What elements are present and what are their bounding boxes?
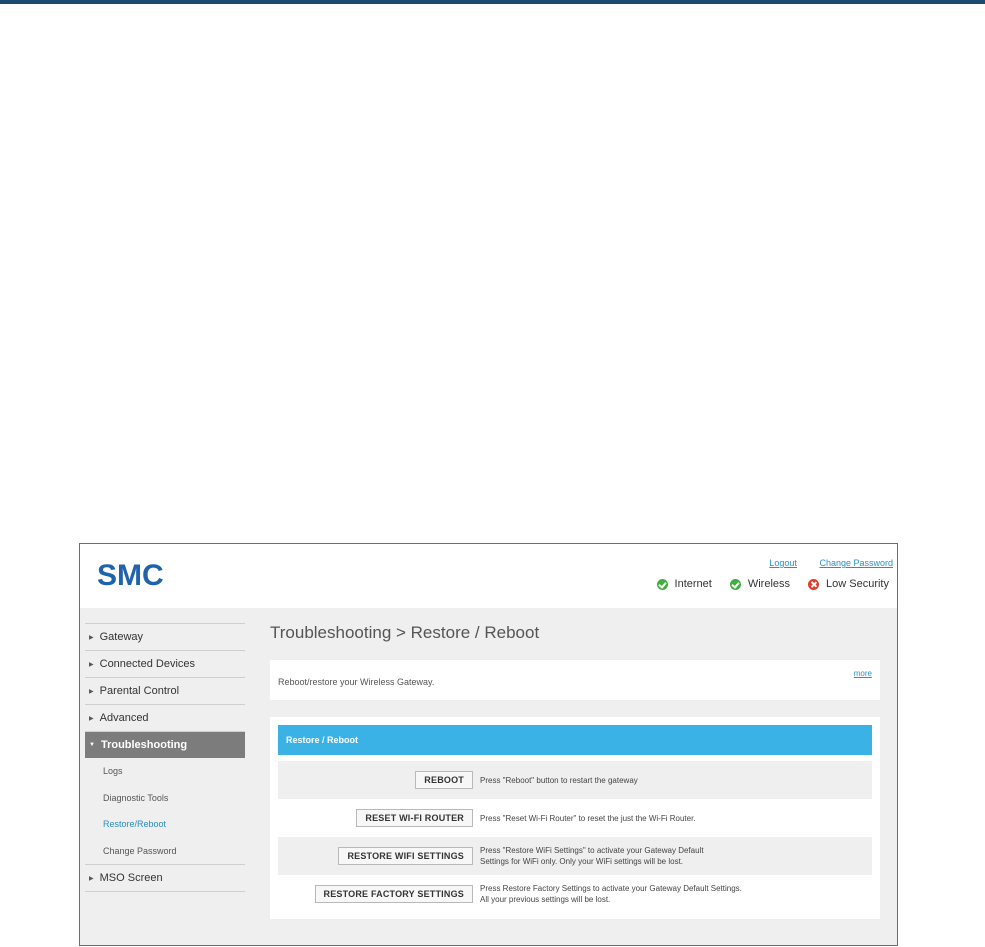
- action-description: Press "Reset Wi-Fi Router" to reset the …: [480, 813, 696, 823]
- check-circle-icon: [729, 578, 741, 590]
- status-internet-label: Internet: [674, 578, 712, 590]
- caret-down-icon: ▼: [89, 742, 95, 748]
- sidebar-item-label: MSO Screen: [99, 872, 163, 884]
- status-wireless-label: Wireless: [747, 578, 791, 590]
- sidebar-subitem-label: Change Password: [103, 845, 177, 856]
- sidebar-item-connected-devices[interactable]: ▶ Connected Devices: [85, 650, 245, 677]
- caret-right-icon: ▶: [89, 634, 94, 641]
- restore-wifi-settings-button[interactable]: RESTORE WIFI SETTINGS: [338, 847, 473, 865]
- sidebar-divider: [85, 891, 245, 892]
- x-circle-icon: [808, 578, 820, 590]
- sidebar-item-advanced[interactable]: ▶ Advanced: [85, 704, 245, 731]
- sidebar-item-gateway[interactable]: ▶ Gateway: [85, 623, 245, 650]
- sidebar-item-label: Connected Devices: [99, 658, 196, 670]
- status-internet: Internet: [656, 578, 712, 590]
- sidebar-item-mso-screen[interactable]: ▶ MSO Screen: [85, 864, 245, 891]
- restore-factory-settings-button[interactable]: RESTORE FACTORY SETTINGS: [314, 885, 473, 903]
- sidebar-subitem-restore-reboot[interactable]: Restore/Reboot: [85, 811, 245, 838]
- sidebar: ▶ Gateway ▶ Connected Devices ▶ Parental…: [85, 623, 245, 892]
- sidebar-subitem-change-password[interactable]: Change Password: [85, 838, 245, 865]
- logout-link[interactable]: Logout: [769, 558, 797, 568]
- caret-right-icon: ▶: [89, 688, 94, 695]
- reset-wifi-router-button[interactable]: RESET WI-FI ROUTER: [356, 809, 473, 827]
- check-circle-icon: [656, 578, 668, 590]
- sidebar-subitem-label: Diagnostic Tools: [103, 792, 169, 803]
- caret-right-icon: ▶: [89, 661, 94, 668]
- status-security: Low Security: [808, 578, 889, 590]
- sidebar-subitem-diagnostic-tools[interactable]: Diagnostic Tools: [85, 785, 245, 812]
- action-row-restore-wifi-settings: RESTORE WIFI SETTINGS Press "Restore WiF…: [278, 837, 872, 875]
- sidebar-item-troubleshooting[interactable]: ▼ Troubleshooting: [85, 731, 245, 758]
- action-description: Press "Reboot" button to restart the gat…: [480, 775, 638, 785]
- main-content: Troubleshooting > Restore / Reboot Reboo…: [270, 622, 880, 919]
- sidebar-subitem-logs[interactable]: Logs: [85, 758, 245, 785]
- restore-reboot-panel: Restore / Reboot REBOOT Press "Reboot" b…: [270, 717, 880, 919]
- reboot-button[interactable]: REBOOT: [415, 771, 473, 789]
- action-row-reset-wifi-router: RESET WI-FI ROUTER Press "Reset Wi-Fi Ro…: [278, 799, 872, 837]
- caret-right-icon: ▶: [89, 875, 94, 882]
- change-password-link[interactable]: Change Password: [819, 558, 893, 568]
- gateway-window: SMC Logout Change Password Internet Wire…: [79, 543, 898, 946]
- top-rule: [0, 0, 985, 4]
- panel-title: Restore / Reboot: [278, 725, 872, 755]
- status-wireless: Wireless: [729, 578, 791, 590]
- action-row-restore-factory-settings: RESTORE FACTORY SETTINGS Press Restore F…: [278, 875, 872, 913]
- sidebar-subitem-label: Restore/Reboot: [103, 819, 167, 830]
- smc-logo: SMC: [97, 559, 164, 592]
- status-bar: Internet Wireless Low Security: [639, 578, 889, 590]
- header-links: Logout Change Password: [749, 558, 893, 568]
- status-security-label: Low Security: [826, 578, 889, 590]
- action-description: Press Restore Factory Settings to activa…: [480, 884, 742, 904]
- action-description: Press "Restore WiFi Settings" to activat…: [480, 846, 704, 866]
- sidebar-item-label: Parental Control: [99, 685, 180, 697]
- description-text: Reboot/restore your Wireless Gateway.: [278, 677, 435, 687]
- description-box: Reboot/restore your Wireless Gateway. mo…: [270, 660, 880, 700]
- more-link[interactable]: more: [854, 669, 872, 678]
- caret-right-icon: ▶: [89, 715, 94, 722]
- sidebar-item-label: Advanced: [99, 712, 149, 724]
- page-title: Troubleshooting > Restore / Reboot: [270, 623, 540, 642]
- sidebar-subitem-label: Logs: [103, 766, 123, 777]
- sidebar-item-parental-control[interactable]: ▶ Parental Control: [85, 677, 245, 704]
- sidebar-item-label: Gateway: [99, 631, 144, 643]
- header: SMC Logout Change Password Internet Wire…: [80, 544, 897, 608]
- sidebar-item-label: Troubleshooting: [100, 739, 188, 751]
- action-row-reboot: REBOOT Press "Reboot" button to restart …: [278, 761, 872, 799]
